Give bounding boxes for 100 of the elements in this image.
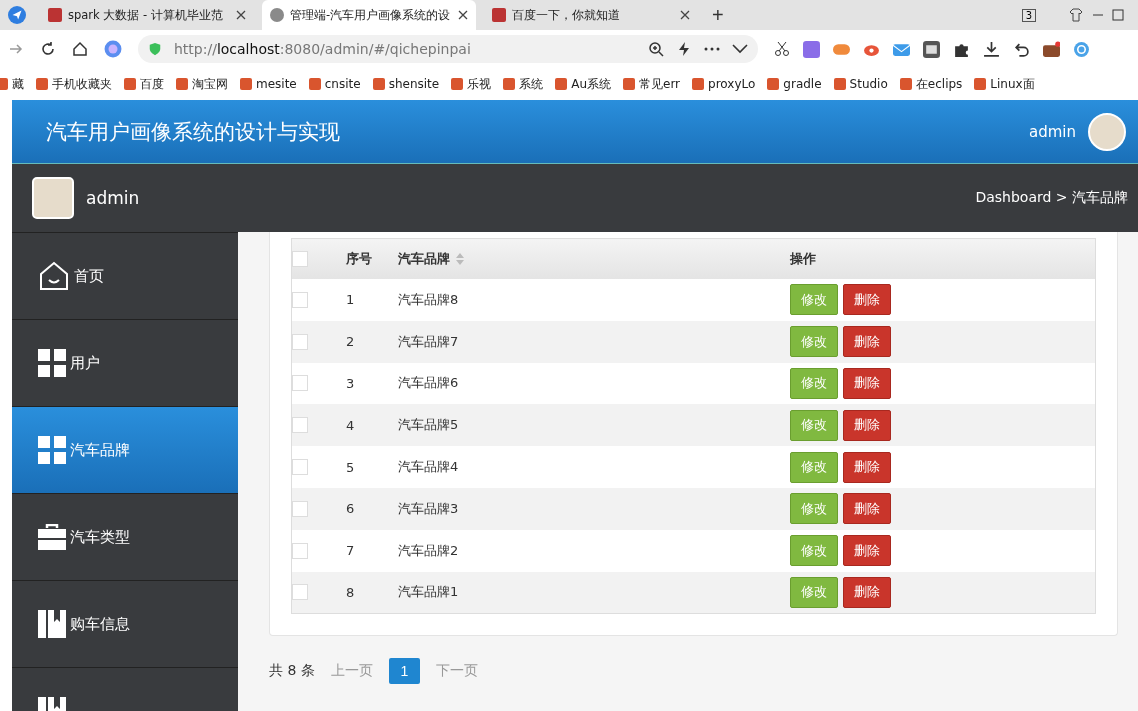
bookmark[interactable]: 百度 — [124, 75, 164, 93]
delete-button[interactable]: 删除 — [843, 368, 891, 399]
sidebar-item[interactable]: 购车信息 — [12, 580, 238, 667]
tab-title: spark 大数据 - 计算机毕业范 — [68, 7, 224, 23]
page-icon — [492, 8, 506, 22]
briefcase-icon — [38, 524, 66, 550]
tab-title: 管理端-汽车用户画像系统的设 — [290, 7, 452, 23]
checkbox[interactable] — [292, 500, 308, 517]
bookmark[interactable]: cnsite — [308, 77, 361, 91]
navigation-icon[interactable] — [8, 6, 26, 24]
checkbox[interactable] — [292, 251, 308, 267]
shield-icon — [148, 42, 162, 56]
bookmark[interactable]: 淘宝网 — [176, 75, 228, 93]
bookmark[interactable]: 藏 — [0, 75, 24, 93]
column-header: 操作 — [790, 250, 816, 268]
delete-button[interactable]: 删除 — [843, 493, 891, 525]
bookmark[interactable]: 手机收藏夹 — [36, 75, 112, 93]
checkbox[interactable] — [292, 291, 308, 308]
page-button[interactable]: 1 — [388, 658, 420, 685]
bookmark[interactable]: 常见err — [623, 75, 681, 93]
delete-button[interactable]: 删除 — [843, 326, 891, 358]
checkbox[interactable] — [292, 584, 308, 601]
checkbox[interactable] — [292, 459, 308, 476]
delete-button[interactable]: 删除 — [843, 535, 891, 567]
table-cell: 1 — [346, 292, 355, 308]
briefcase-icon[interactable] — [1043, 40, 1060, 58]
table-cell: 汽车品牌2 — [398, 541, 459, 560]
close-icon[interactable] — [458, 10, 468, 20]
chevron-down-icon[interactable] — [732, 44, 748, 54]
menu-label: 用户 — [70, 353, 100, 373]
address-field[interactable]: http://localhost:8080/admin/#/qichepinpai — [138, 35, 758, 63]
checkbox[interactable] — [292, 375, 308, 392]
delete-button[interactable]: 删除 — [843, 576, 891, 608]
maximize-icon[interactable] — [1112, 9, 1124, 21]
close-icon[interactable] — [236, 10, 246, 20]
sidebar-item[interactable]: 汽车类型 — [12, 493, 238, 580]
table-cell: 3 — [346, 376, 355, 391]
delete-button[interactable]: 删除 — [843, 409, 891, 441]
bookmark[interactable]: 乐视 — [451, 75, 492, 93]
delete-button[interactable]: 删除 — [843, 451, 891, 483]
book-icon — [38, 610, 66, 638]
avatar — [32, 177, 74, 219]
close-icon[interactable] — [680, 10, 690, 20]
bookmark[interactable]: Studio — [833, 77, 888, 91]
reload-icon[interactable] — [40, 41, 56, 57]
breadcrumb: Dashboard > 汽车品牌 — [975, 189, 1128, 207]
delete-button[interactable]: 删除 — [843, 284, 891, 316]
scissors-icon[interactable] — [774, 41, 790, 57]
table-cell: 2 — [346, 334, 355, 350]
download-icon[interactable] — [983, 40, 1000, 58]
table-cell: 汽车品牌4 — [398, 458, 459, 477]
browser-tab[interactable]: 管理端-汽车用户画像系统的设 — [262, 0, 476, 30]
url-text: http://localhost:8080/admin/#/qichepinpai — [174, 41, 471, 57]
avatar[interactable] — [1088, 112, 1126, 151]
home-icon — [38, 260, 70, 292]
bookmark[interactable]: 在eclips — [899, 75, 963, 93]
table-cell: 7 — [346, 543, 355, 559]
bookmark[interactable]: proxyLo — [692, 77, 756, 91]
table-cell: 汽车品牌3 — [398, 499, 459, 518]
translate-icon[interactable] — [803, 40, 820, 58]
menu-label: 汽车类型 — [70, 527, 130, 547]
page-icon — [270, 8, 284, 22]
grid-icon — [38, 349, 66, 377]
book-icon[interactable] — [923, 40, 940, 58]
menu-label: 首页 — [74, 266, 104, 286]
table-cell: 4 — [346, 417, 355, 433]
table-cell: 汽车品牌8 — [398, 290, 459, 309]
column-header[interactable]: 汽车品牌 — [398, 250, 450, 268]
new-tab-button[interactable]: + — [706, 3, 730, 27]
tab-title: 百度一下，你就知道 — [512, 7, 621, 23]
app-title: 汽车用户画像系统的设计与实现 — [46, 118, 340, 146]
zoom-icon[interactable] — [648, 41, 664, 57]
shirt-icon[interactable] — [1068, 7, 1084, 23]
sidebar-item[interactable]: 汽车品牌 — [12, 406, 238, 493]
ai-icon[interactable] — [104, 40, 122, 58]
bookmark[interactable]: gradle — [767, 77, 822, 91]
checkbox[interactable] — [292, 542, 308, 559]
column-header: 序号 — [346, 250, 372, 268]
user-name[interactable]: admin — [1029, 122, 1076, 141]
table-cell: 8 — [346, 584, 355, 600]
more-icon[interactable] — [704, 47, 720, 51]
bookmark[interactable]: shensite — [372, 77, 440, 91]
bookmark[interactable]: mesite — [240, 77, 297, 91]
table-cell: 6 — [346, 501, 355, 517]
total-count: 共 8 条 — [269, 662, 315, 681]
bookmark[interactable]: Linux面 — [974, 75, 1035, 93]
tab-count[interactable]: 3 — [1021, 8, 1036, 22]
home-icon[interactable] — [72, 41, 88, 57]
bookmark[interactable]: Au系统 — [555, 75, 611, 93]
table-cell: 汽车品牌6 — [398, 374, 459, 393]
bookmark[interactable]: 系统 — [503, 75, 544, 93]
table-cell: 5 — [346, 459, 355, 475]
table-cell: 汽车品牌5 — [398, 416, 459, 435]
table-cell: 汽车品牌1 — [398, 583, 459, 602]
checkbox[interactable] — [292, 333, 308, 350]
lightning-icon[interactable] — [676, 41, 692, 57]
sync-icon[interactable] — [1073, 40, 1090, 58]
checkbox[interactable] — [292, 417, 308, 434]
grid-icon — [38, 436, 66, 464]
table-cell: 汽车品牌7 — [398, 332, 459, 351]
